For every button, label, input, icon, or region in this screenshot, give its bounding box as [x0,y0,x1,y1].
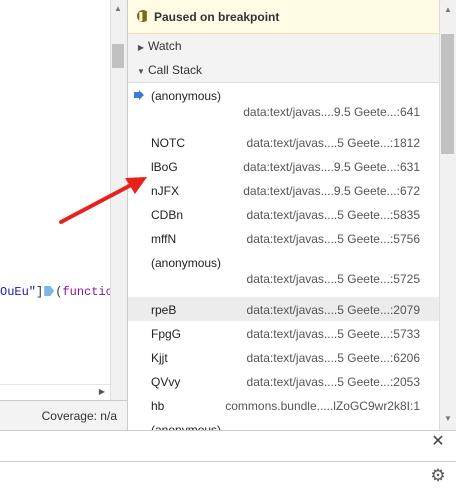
frame-location[interactable]: data:text/javas....5 Geete...:2053 [247,375,420,389]
frame-location[interactable]: data:text/javas....9.5 Geete...:672 [243,184,420,198]
call-stack-frame[interactable]: hb commons.bundle.....lZoGC9wr2k8I:1 [128,393,440,418]
collapse-triangle-icon: ▼ [137,67,145,76]
code-keyword: functic [62,285,110,299]
watch-label: Watch [148,39,182,53]
scroll-right-arrow-icon[interactable]: ▶ [96,384,108,400]
code-bracket: ] [36,285,44,299]
frame-location[interactable]: data:text/javas....5 Geete...:5756 [247,232,420,246]
call-stack-frame[interactable]: QVvy data:text/javas....5 Geete...:2053 [128,369,440,394]
paused-banner: ❚❚ Paused on breakpoint [128,0,440,34]
frame-location[interactable]: data:text/javas....5 Geete...:1812 [247,136,420,150]
pause-icon: ❚❚ [137,10,153,22]
gear-icon[interactable]: ⚙ [428,466,448,486]
status-bar: Coverage: n/a [0,400,127,431]
drawer-divider [0,461,456,462]
frame-function-name: mffN [151,232,177,246]
frame-function-name: Kjjt [151,351,168,365]
paused-message: Paused on breakpoint [154,10,280,24]
expand-triangle-icon: ▶ [137,43,145,52]
frame-location[interactable]: data:text/javas....9.5 Geete...:641 [243,105,420,119]
frame-function-name: (anonymous) [151,256,222,270]
frame-function-name: nJFX [151,184,180,198]
source-scrollbar-thumb[interactable] [112,44,124,68]
frame-location[interactable]: data:text/javas....5 Geete...:6206 [247,351,420,365]
sidebar-scrollbar-thumb[interactable] [441,34,454,154]
call-stack-frame[interactable]: mffN data:text/javas....5 Geete...:5756 [128,226,440,251]
frame-location[interactable]: data:text/javas....5 Geete...:2079 [247,303,420,317]
frame-location[interactable]: data:text/javas....5 Geete...:5733 [247,327,420,341]
frame-function-name: NOTC [151,136,185,150]
annotation-arrow-icon [59,177,147,224]
call-stack-frame[interactable]: (anonymous) data:text/javas....9.5 Geete.… [128,83,440,131]
frame-function-name: FpgG [151,327,182,341]
frame-location[interactable]: data:text/javas....5 Geete...:5835 [247,208,420,222]
frame-location[interactable]: data:text/javas....5 Geete...:5725 [247,272,420,286]
call-stack-frame[interactable]: (anonymous) data:text/javas....5 Geete...… [128,250,440,298]
call-stack-frame[interactable]: CDBn data:text/javas....5 Geete...:5835 [128,202,440,227]
frame-function-name: rpeB [151,303,177,317]
inline-breakpoint-icon[interactable] [44,286,55,296]
frame-function-name: CDBn [151,208,184,222]
frame-function-name: QVvy [151,375,181,389]
frame-function-name: lBoG [151,160,178,174]
call-stack-frame[interactable]: nJFX data:text/javas....9.5 Geete...:672 [128,178,440,203]
watch-section-header[interactable]: ▶ Watch [128,34,440,59]
frame-function-name: (anonymous) [151,89,222,103]
frame-location[interactable]: data:text/javas....9.5 Geete...:631 [243,160,420,174]
frame-function-name: (anonymous) [151,423,222,430]
frame-location[interactable]: commons.bundle.....lZoGC9wr2k8I:1 [225,399,420,413]
scroll-down-arrow-icon[interactable]: ▼ [442,414,454,423]
call-stack-section-header[interactable]: ▼ Call Stack [128,58,440,83]
call-stack-label: Call Stack [148,63,203,77]
call-stack-frame[interactable]: NOTC data:text/javas....5 Geete...:1812 [128,130,440,155]
call-stack-frame[interactable]: (anonymous)commons.bundle.....lZoGC9wr2k… [128,417,440,430]
code-line[interactable]: OuEu"] (functic [0,284,110,300]
code-string: OuEu" [0,285,37,299]
arrow-right-icon [134,90,144,100]
scroll-up-arrow-icon[interactable]: ▲ [442,5,454,14]
call-stack-frame[interactable]: lBoG data:text/javas....9.5 Geete...:631 [128,154,440,179]
source-horizontal-scrollbar[interactable] [0,384,110,401]
frame-function-name: hb [151,399,165,413]
scroll-up-arrow-icon[interactable]: ▲ [112,4,124,14]
call-stack-frame[interactable]: rpeB data:text/javas....5 Geete...:2079 [128,297,440,322]
debugger-sidebar: ❚❚ Paused on breakpoint ▶ Watch ▼ Call Sta… [127,0,440,430]
close-icon[interactable]: ✕ [430,434,446,450]
call-stack-frame[interactable]: FpgG data:text/javas....5 Geete...:5733 [128,321,440,346]
coverage-label: Coverage: n/a [41,409,117,423]
call-stack-frame[interactable]: Kjjt data:text/javas....5 Geete...:6206 [128,345,440,370]
